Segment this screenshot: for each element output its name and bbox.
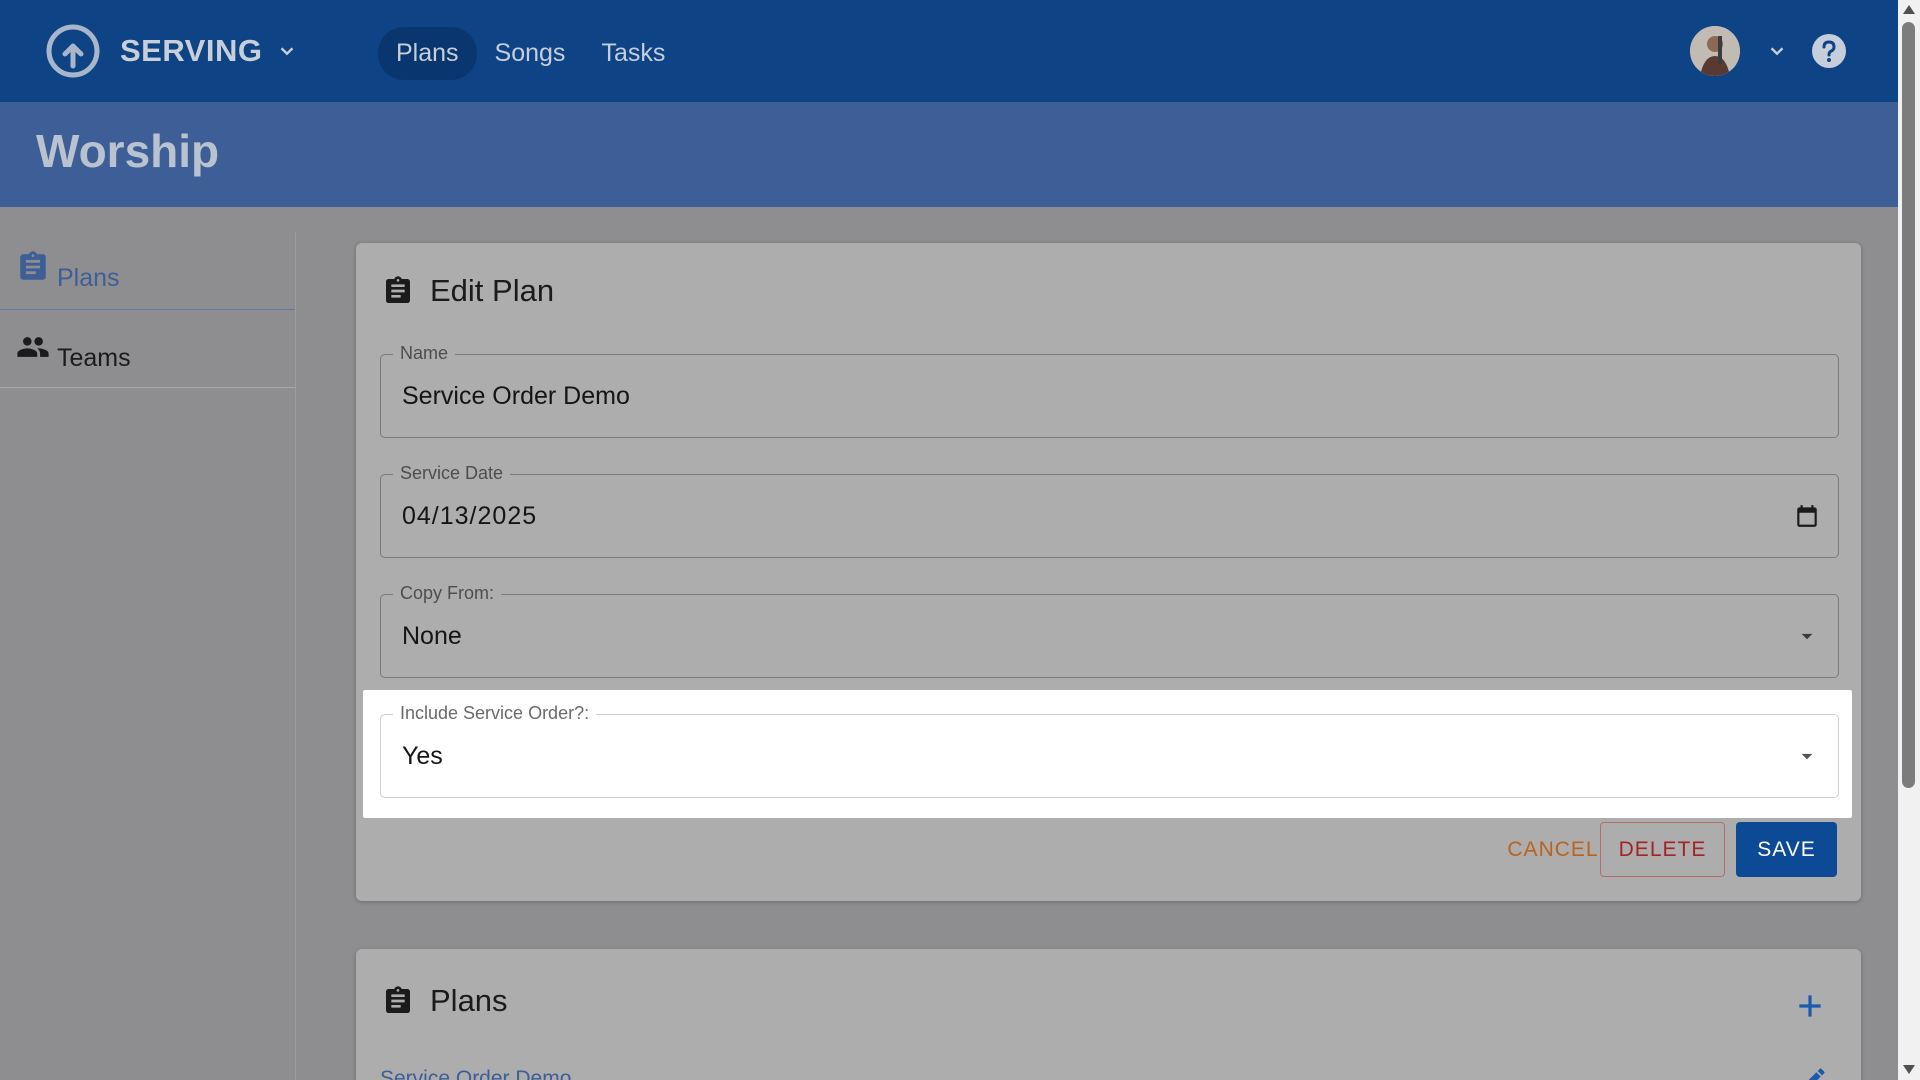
include-service-order-select[interactable]: Include Service Order?: Yes (380, 703, 1839, 798)
card-header: Plans (382, 983, 508, 1019)
page-scrollbar[interactable] (1898, 0, 1920, 1080)
page-header: Worship (0, 102, 1898, 207)
sidebar-item-teams[interactable]: Teams (0, 310, 295, 388)
scroll-up-icon[interactable] (1903, 5, 1915, 14)
service-date-input[interactable]: 04/13/2025 (402, 502, 537, 531)
avatar-image (1690, 26, 1740, 76)
sidebar-item-plans[interactable]: Plans (0, 232, 295, 310)
clipboard-icon (386, 276, 410, 303)
sidebar: Plans Teams (0, 232, 296, 1080)
dropdown-arrow-icon (1801, 633, 1813, 640)
copy-from-value: None (402, 622, 462, 650)
chevron-down-icon (281, 47, 294, 56)
sidebar-item-label: Plans (57, 264, 120, 292)
avatar[interactable] (1690, 26, 1740, 76)
card-title: Edit Plan (430, 273, 555, 308)
plan-link[interactable]: Service Order Demo (380, 1067, 571, 1080)
chevron-down-icon[interactable] (1766, 40, 1788, 62)
field-label: Copy From: (393, 583, 502, 604)
main-nav: Plans Songs Tasks (378, 27, 683, 80)
dropdown-arrow-icon (1801, 753, 1813, 760)
add-plan-icon[interactable] (1794, 990, 1826, 1022)
card-title: Plans (430, 983, 508, 1018)
nav-tasks[interactable]: Tasks (583, 27, 683, 80)
field-label: Service Date (393, 463, 511, 484)
calendar-icon[interactable] (1794, 503, 1820, 529)
scroll-thumb[interactable] (1902, 22, 1915, 788)
name-input[interactable]: Service Order Demo (402, 382, 630, 411)
copy-from-select[interactable]: Copy From: None (380, 583, 1839, 678)
cancel-button[interactable]: CANCEL (1491, 822, 1615, 877)
nav-plans[interactable]: Plans (378, 27, 477, 80)
field-label: Name (393, 343, 456, 364)
scroll-down-icon[interactable] (1903, 1065, 1915, 1074)
plans-card: Plans Service Order Demo (356, 949, 1861, 1080)
delete-button[interactable]: DELETE (1600, 822, 1725, 877)
clipboard-icon (20, 251, 46, 280)
top-app-bar: SERVING Plans Songs Tasks (0, 0, 1898, 102)
service-date-field[interactable]: Service Date 04/13/2025 (380, 463, 1839, 558)
help-circle-icon[interactable] (1811, 33, 1847, 69)
nav-songs[interactable]: Songs (477, 27, 584, 80)
edit-plan-card: Edit Plan Name Service Order Demo Servic… (356, 243, 1861, 901)
sidebar-item-label: Teams (57, 344, 131, 372)
page-title: Worship (36, 125, 220, 177)
edit-icon[interactable] (1800, 1065, 1828, 1080)
clipboard-icon (386, 986, 410, 1013)
brand-switcher[interactable]: SERVING (46, 24, 298, 78)
brand-name: SERVING (120, 33, 263, 68)
include-service-order-value: Yes (402, 742, 443, 770)
save-button[interactable]: SAVE (1736, 822, 1837, 877)
serving-logo-icon (46, 24, 100, 78)
field-label: Include Service Order?: (393, 703, 597, 724)
card-header: Edit Plan (382, 273, 554, 309)
people-icon (17, 337, 49, 357)
name-field[interactable]: Name Service Order Demo (380, 343, 1839, 438)
